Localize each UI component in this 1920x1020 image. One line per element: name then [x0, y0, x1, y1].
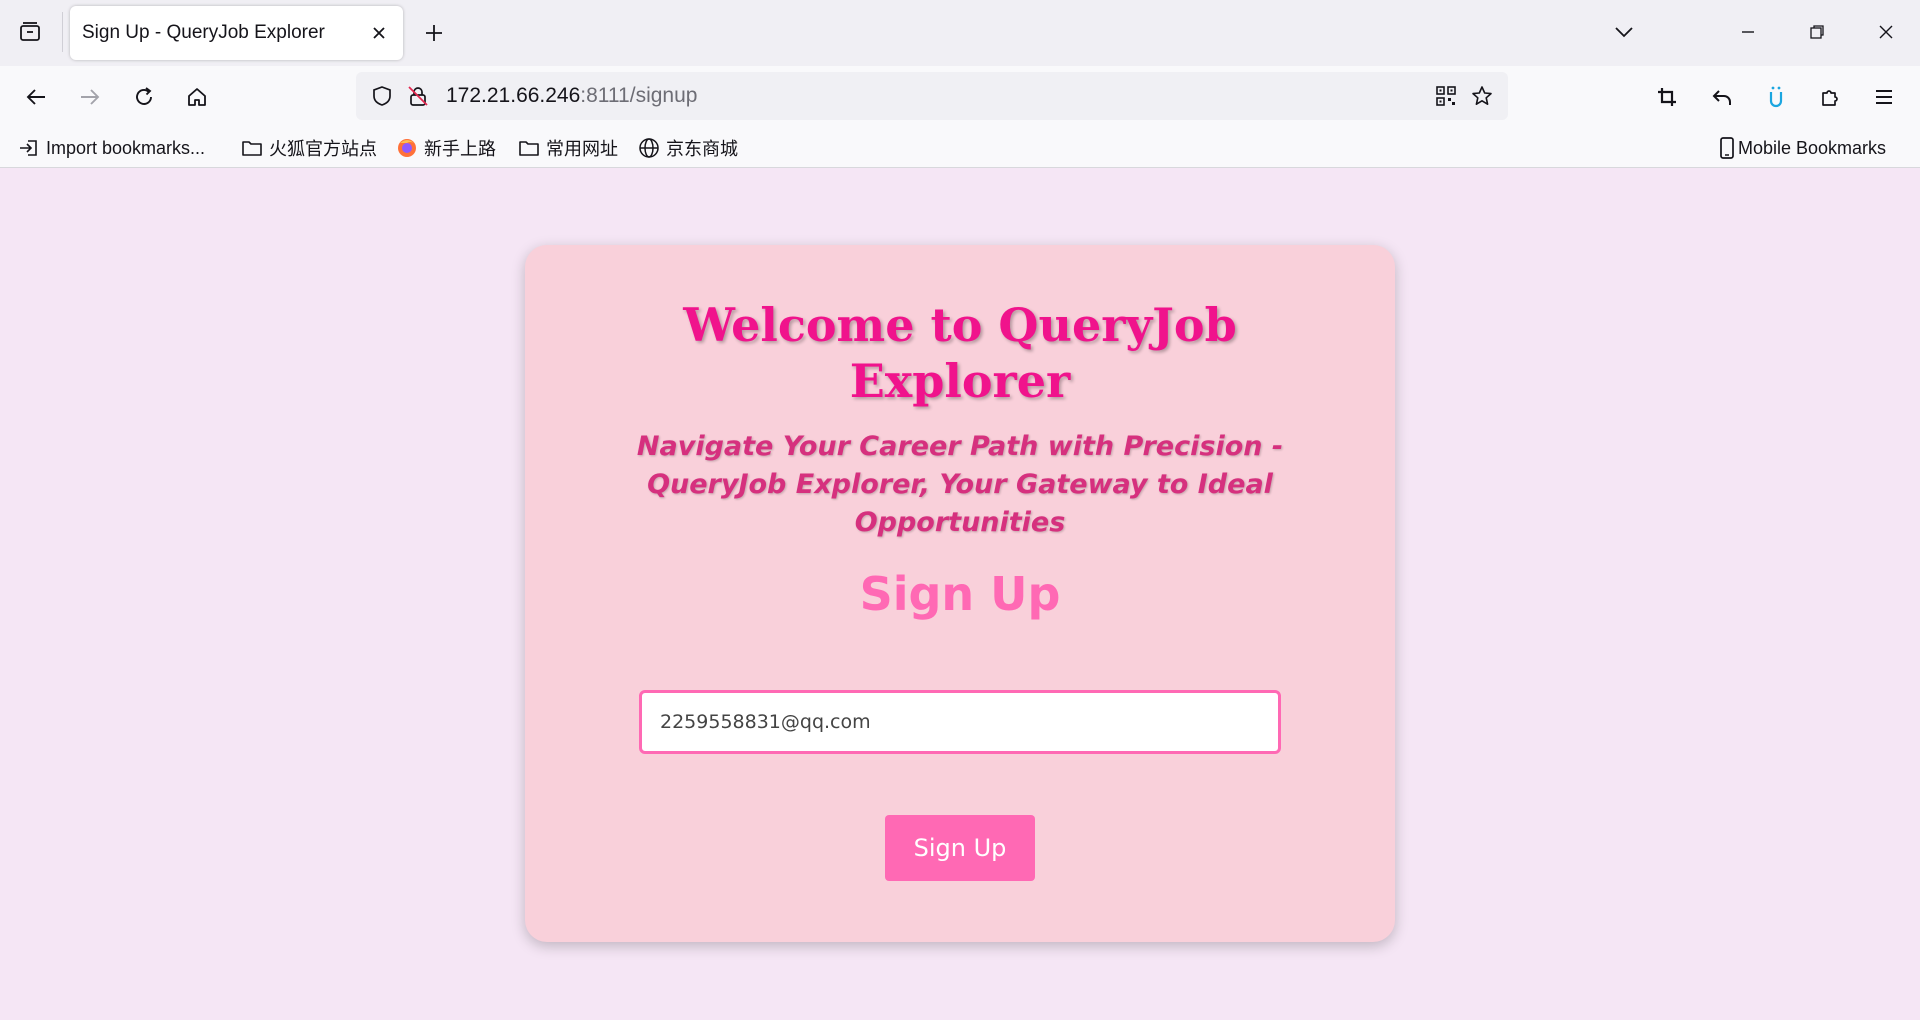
- bookmark-jd-mall[interactable]: 京东商城: [638, 134, 738, 162]
- import-icon: [20, 140, 37, 156]
- home-icon[interactable]: [179, 79, 215, 115]
- new-tab-icon[interactable]: [418, 17, 450, 49]
- mobile-bookmarks[interactable]: Mobile Bookmarks: [1718, 134, 1886, 162]
- navigation-toolbar: 172.21.66.246:8111/signup: [0, 66, 1920, 128]
- url-path: :8111/signup: [580, 84, 698, 107]
- bookmark-folder-firefox-site[interactable]: 火狐官方站点: [241, 134, 377, 162]
- bookmark-label: 常用网址: [546, 139, 618, 159]
- menu-hamburger-icon[interactable]: [1866, 79, 1902, 115]
- insecure-lock-icon[interactable]: [400, 78, 436, 114]
- bookmark-star-icon[interactable]: [1464, 78, 1500, 114]
- bookmark-label: 新手上路: [424, 139, 496, 159]
- shield-icon[interactable]: [364, 78, 400, 114]
- restore-icon[interactable]: [1797, 14, 1837, 50]
- screenshot-crop-icon[interactable]: [1649, 79, 1685, 115]
- url-bar[interactable]: 172.21.66.246:8111/signup: [356, 72, 1508, 120]
- tab-bar: Sign Up - QueryJob Explorer: [0, 0, 1920, 66]
- extensions-puzzle-icon[interactable]: [1812, 79, 1848, 115]
- folder-icon: [242, 141, 262, 156]
- minimize-icon[interactable]: [1728, 14, 1768, 50]
- email-input[interactable]: [639, 690, 1281, 754]
- active-tab[interactable]: Sign Up - QueryJob Explorer: [70, 6, 403, 60]
- url-host: 172.21.66.246: [446, 84, 581, 107]
- reload-icon[interactable]: [126, 79, 162, 115]
- close-window-icon[interactable]: [1866, 14, 1906, 50]
- mobile-bookmarks-label: Mobile Bookmarks: [1738, 137, 1887, 158]
- extension-u-icon[interactable]: [1758, 79, 1794, 115]
- welcome-title: Welcome to QueryJob Explorer: [683, 298, 1237, 408]
- signup-heading: Sign Up: [859, 567, 1061, 621]
- bookmarks-toolbar: Import bookmarks... 火狐官方站点 新手上路 常用网址 京东商…: [0, 128, 1920, 168]
- tagline: Navigate Your Career Path with Precision…: [636, 431, 1284, 538]
- tab-title: Sign Up - QueryJob Explorer: [82, 22, 325, 43]
- back-arrow-icon[interactable]: [18, 79, 54, 115]
- folder-icon: [519, 141, 539, 156]
- firefox-icon: [398, 139, 416, 157]
- bookmark-label: Import bookmarks...: [46, 137, 206, 158]
- mobile-phone-icon: [1720, 137, 1734, 159]
- tab-overview-icon[interactable]: [14, 16, 46, 48]
- signup-button[interactable]: Sign Up: [885, 815, 1035, 881]
- bookmark-import[interactable]: Import bookmarks...: [18, 134, 205, 162]
- bookmark-label: 火狐官方站点: [269, 139, 377, 159]
- bookmark-label: 京东商城: [666, 139, 738, 159]
- tab-close-icon[interactable]: [367, 21, 391, 45]
- qr-code-icon[interactable]: [1428, 78, 1464, 114]
- globe-icon: [639, 138, 659, 158]
- page-viewport: Welcome to QueryJob Explorer Navigate Yo…: [0, 169, 1920, 1020]
- forward-arrow-icon[interactable]: [72, 79, 108, 115]
- bookmark-folder-common-sites[interactable]: 常用网址: [518, 134, 618, 162]
- bookmark-getting-started[interactable]: 新手上路: [396, 134, 496, 162]
- signup-card: Welcome to QueryJob Explorer Navigate Yo…: [525, 245, 1395, 942]
- tab-separator: [62, 12, 63, 52]
- list-all-tabs-icon[interactable]: [1604, 14, 1644, 50]
- url-text: 172.21.66.246:8111/signup: [446, 84, 1428, 108]
- undo-arrow-icon[interactable]: [1704, 79, 1740, 115]
